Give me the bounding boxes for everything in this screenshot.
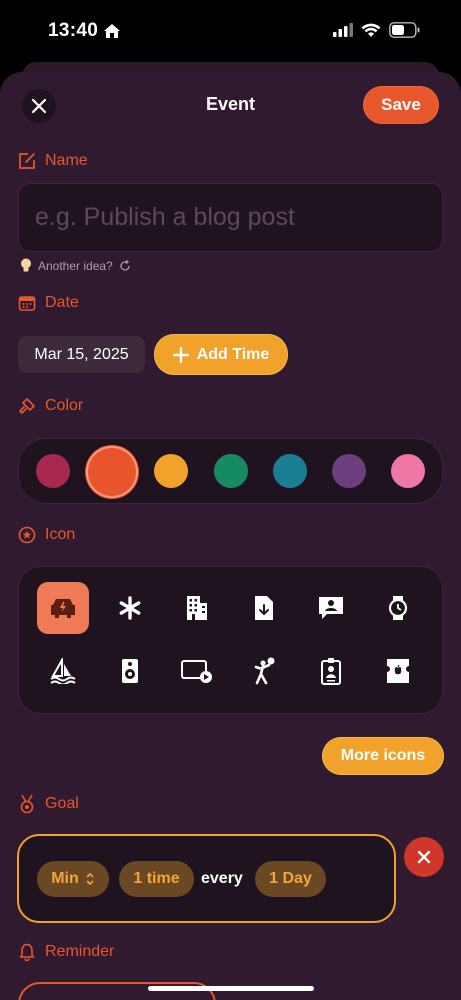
color-swatch-crimson[interactable]: [36, 454, 70, 488]
status-bar: 13:40: [0, 0, 461, 62]
cellular-signal-icon: [333, 23, 353, 37]
battery-icon: [389, 22, 420, 38]
icon-option-volleyball[interactable]: [238, 645, 290, 697]
bell-icon: [19, 943, 35, 961]
icon-option-file-download[interactable]: [238, 582, 290, 634]
date-section-label: Date: [18, 294, 79, 312]
goal-count-button[interactable]: 1 time: [119, 861, 194, 897]
reminder-option[interactable]: [18, 982, 216, 1000]
icon-option-sailing[interactable]: [37, 645, 89, 697]
color-swatch-orange-selected[interactable]: [86, 446, 138, 498]
color-section-label: Color: [18, 397, 83, 415]
color-picker: [18, 438, 443, 504]
lightbulb-icon: [21, 258, 31, 272]
paintbrush-icon: [19, 398, 35, 414]
more-icons-button[interactable]: More icons: [322, 737, 444, 775]
close-icon: [417, 850, 431, 864]
icon-option-id-badge[interactable]: [305, 645, 357, 697]
name-input[interactable]: [35, 203, 426, 232]
medal-icon: [20, 794, 34, 814]
name-field[interactable]: [18, 183, 443, 252]
asterisk-icon: [119, 596, 141, 620]
contact-bubble-icon: [319, 597, 343, 619]
goal-mode-value: Min: [51, 870, 79, 887]
add-time-label: Add Time: [196, 345, 270, 363]
building-icon: [187, 596, 207, 620]
edit-icon: [19, 153, 35, 169]
volleyball-icon: [254, 657, 275, 685]
goal-label: Goal: [45, 795, 79, 812]
goal-mode-select[interactable]: Min: [37, 861, 109, 897]
event-sheet: Event Save Name Another idea? Date Mar 1…: [0, 72, 461, 1000]
date-label: Date: [45, 294, 79, 311]
apple-ticket-icon: [387, 659, 409, 683]
icon-section-label: Icon: [18, 526, 75, 544]
wifi-icon: [361, 23, 381, 37]
color-swatch-purple[interactable]: [332, 454, 366, 488]
clock-text: 13:40: [48, 20, 99, 41]
icon-option-watch[interactable]: [372, 582, 424, 634]
color-label: Color: [45, 397, 84, 414]
icon-label: Icon: [45, 526, 76, 543]
icon-option-asterisk[interactable]: [104, 582, 156, 634]
calendar-icon: [18, 296, 36, 311]
reminder-section-label: Reminder: [18, 943, 114, 961]
chevron-up-down-icon: [86, 872, 94, 886]
reminder-label: Reminder: [45, 943, 115, 960]
star-circle-icon: [18, 526, 36, 544]
icon-option-speaker[interactable]: [104, 645, 156, 697]
remove-goal-button[interactable]: [404, 837, 444, 877]
watch-icon: [388, 596, 408, 620]
goal-every-text: every: [201, 870, 243, 887]
id-badge-icon: [321, 658, 341, 685]
icon-option-contact-bubble[interactable]: [305, 582, 357, 634]
goal-section-label: Goal: [18, 794, 79, 814]
goal-period-button[interactable]: 1 Day: [255, 861, 326, 897]
another-idea-label: Another idea?: [38, 258, 113, 273]
speaker-icon: [122, 659, 138, 683]
screen-play-icon: [181, 660, 212, 683]
color-swatch-pink[interactable]: [391, 454, 425, 488]
car-icon: [51, 599, 75, 618]
icon-option-building[interactable]: [171, 582, 223, 634]
date-picker[interactable]: Mar 15, 2025: [18, 336, 145, 373]
color-swatch-amber[interactable]: [154, 454, 188, 488]
another-idea-button[interactable]: Another idea?: [20, 258, 131, 273]
goal-editor: Min 1 time every 1 Day: [17, 834, 396, 923]
add-time-button[interactable]: Add Time: [154, 334, 288, 375]
home-icon: [104, 24, 121, 38]
color-swatch-teal[interactable]: [273, 454, 307, 488]
status-time: 13:40: [48, 20, 121, 42]
icon-picker: [18, 566, 443, 714]
icon-option-apple-ticket[interactable]: [372, 645, 424, 697]
icon-option-car[interactable]: [37, 582, 89, 634]
icon-option-screen-play[interactable]: [171, 645, 223, 697]
refresh-icon: [120, 259, 130, 271]
save-button[interactable]: Save: [363, 86, 439, 124]
sailing-icon: [50, 658, 76, 684]
file-download-icon: [255, 596, 273, 620]
plus-icon: [172, 346, 189, 363]
name-label: Name: [45, 152, 88, 169]
home-indicator: [148, 986, 314, 991]
name-section-label: Name: [18, 152, 88, 170]
color-swatch-green[interactable]: [214, 454, 248, 488]
